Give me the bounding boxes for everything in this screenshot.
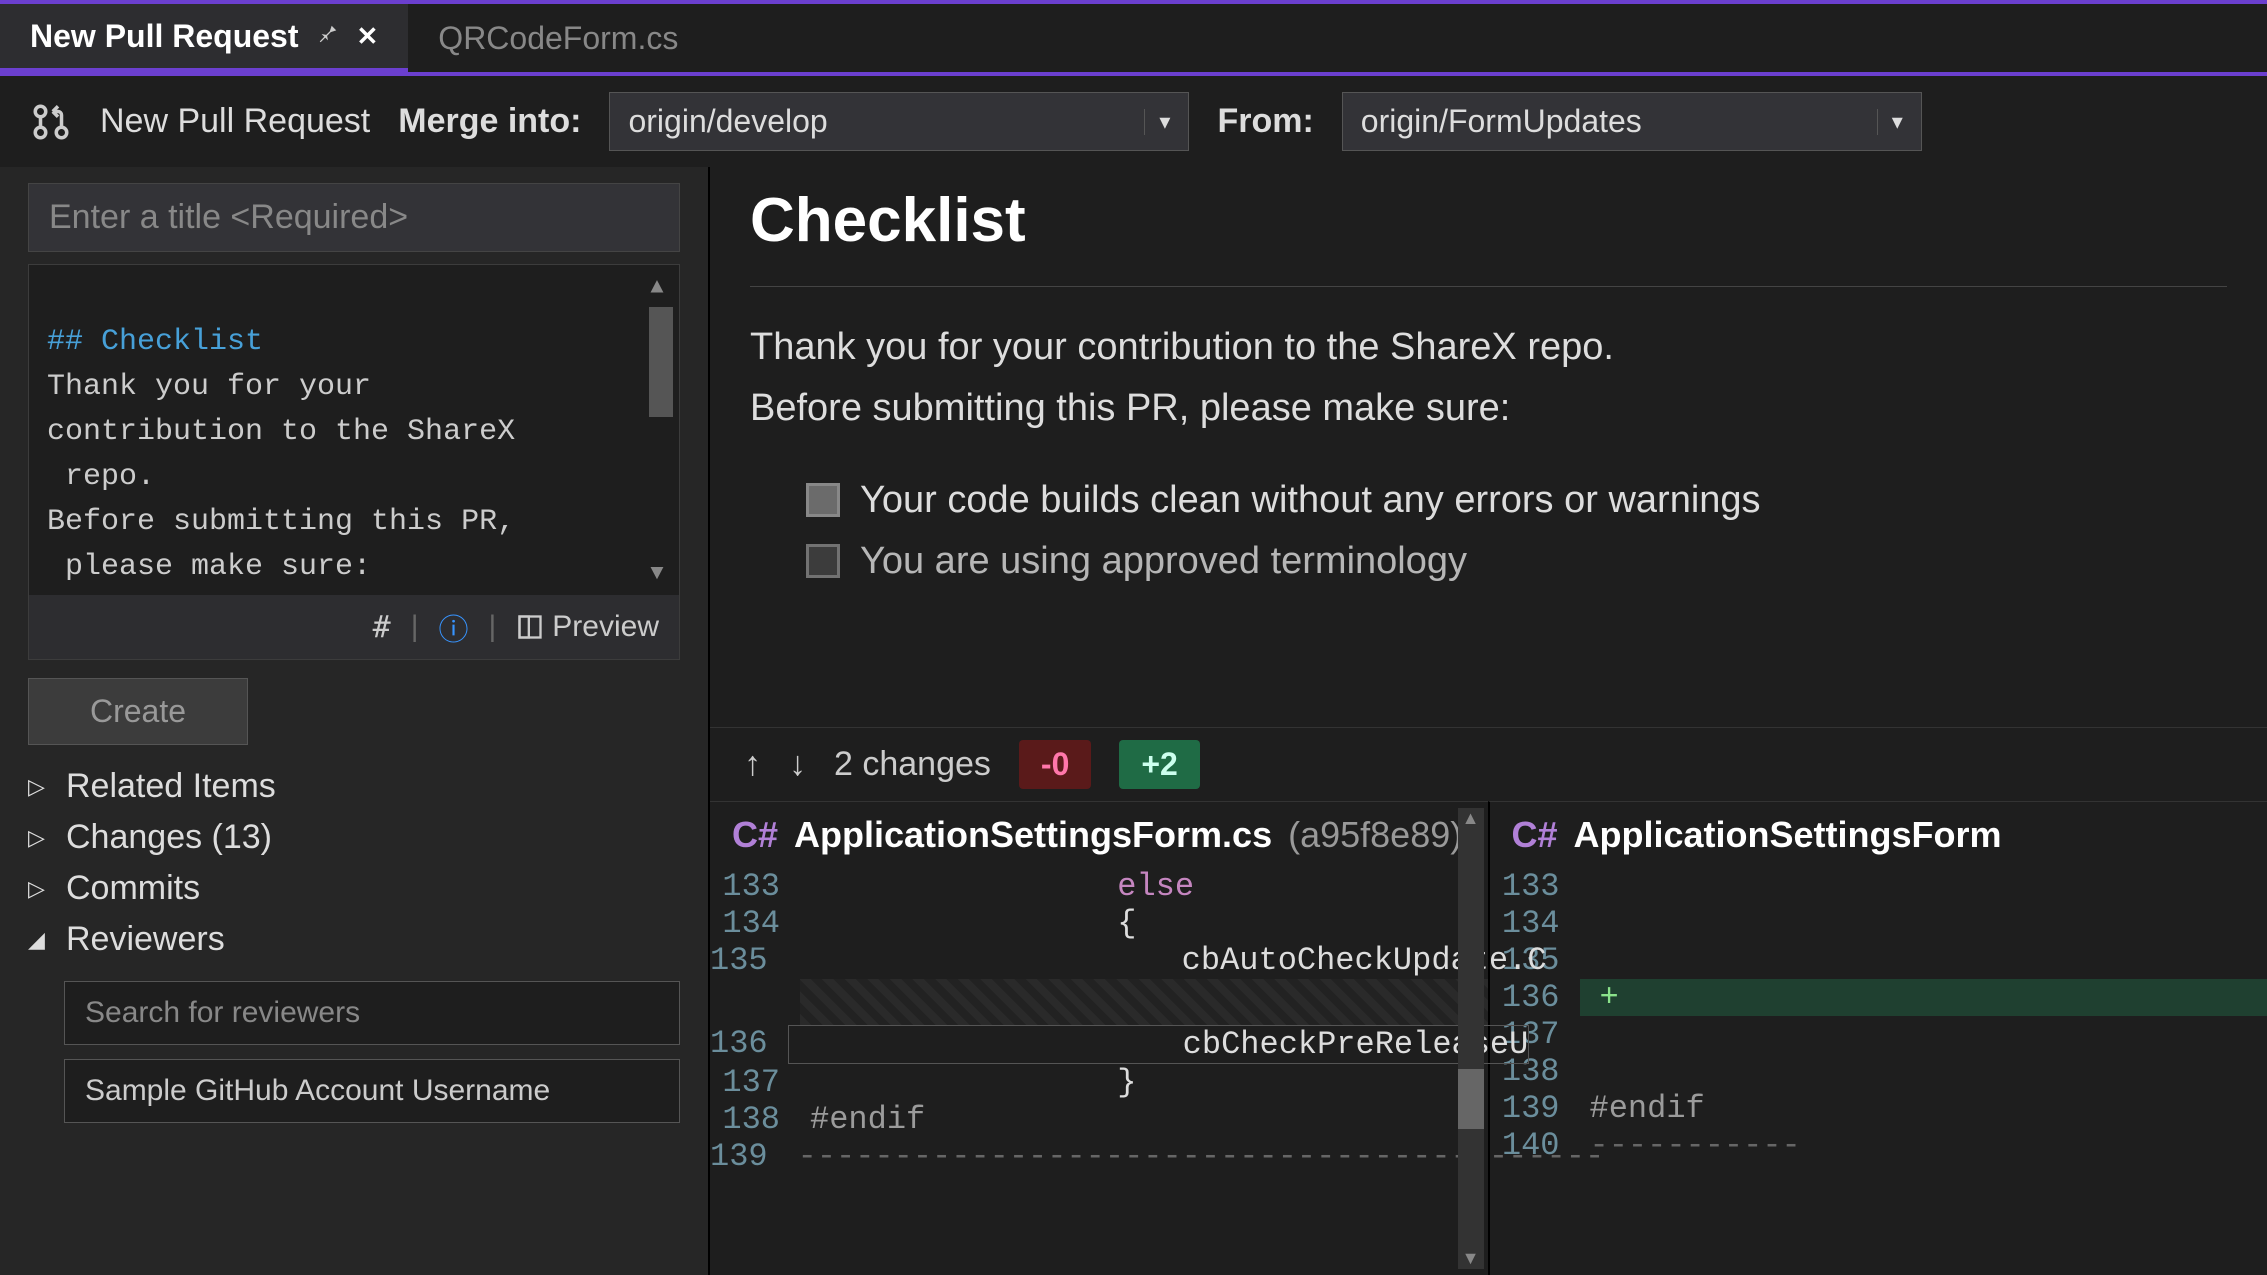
- code-left[interactable]: 133 else134 {135 cbAutoCheckUpdate.C136 …: [710, 868, 1488, 1175]
- tree-commits[interactable]: ▷ Commits: [28, 869, 680, 908]
- tree-changes[interactable]: ▷ Changes (13): [28, 818, 680, 857]
- checklist-item: You are using approved terminology: [806, 540, 2227, 583]
- desc-body: Thank you for your contribution to the S…: [47, 370, 515, 595]
- pr-title-input[interactable]: Enter a title <Required>: [28, 183, 680, 252]
- right-panel: Checklist Thank you for your contributio…: [710, 167, 2267, 1275]
- close-icon[interactable]: ✕: [357, 21, 379, 52]
- file-lang: C#: [732, 814, 778, 856]
- scrollbar[interactable]: ▲ ▼: [1458, 808, 1484, 1269]
- checkbox-icon[interactable]: [806, 544, 840, 578]
- merge-into-dropdown[interactable]: origin/develop ▾: [609, 92, 1189, 151]
- diff-header: ↑ ↓ 2 changes -0 +2: [710, 727, 2267, 801]
- file-name: ApplicationSettingsForm: [1574, 814, 2002, 856]
- preview-paragraph: Thank you for your contribution to the S…: [750, 317, 2227, 378]
- create-button[interactable]: Create: [28, 678, 248, 745]
- toolbar-title: New Pull Request: [100, 102, 370, 141]
- scrollbar-thumb[interactable]: [649, 307, 673, 417]
- chevron-down-icon: ▾: [1877, 109, 1903, 135]
- reviewers-search-input[interactable]: [64, 981, 680, 1045]
- scroll-up-icon[interactable]: ▲: [1462, 808, 1480, 829]
- additions-badge: +2: [1119, 740, 1199, 789]
- code-right[interactable]: 133134135136+137138139#endif140---------…: [1490, 868, 2267, 1164]
- preview-heading: Checklist: [750, 185, 2227, 256]
- chevron-right-icon: ▷: [28, 876, 52, 902]
- scrollbar-thumb[interactable]: [1458, 1069, 1484, 1129]
- left-panel: Enter a title <Required> ## Checklist Th…: [0, 167, 710, 1275]
- checklist-item: Your code builds clean without any error…: [806, 479, 2227, 522]
- description-toolbar: # | ⓘ | Preview: [29, 595, 679, 659]
- file-name: ApplicationSettingsForm.cs: [794, 814, 1272, 856]
- checkbox-checked-icon[interactable]: [806, 483, 840, 517]
- from-dropdown[interactable]: origin/FormUpdates ▾: [1342, 92, 1922, 151]
- preview-paragraph: Before submitting this PR, please make s…: [750, 378, 2227, 439]
- merge-into-label: Merge into:: [398, 102, 581, 141]
- info-icon[interactable]: ⓘ: [439, 605, 469, 649]
- pin-icon[interactable]: [317, 21, 339, 52]
- divider: [750, 286, 2227, 287]
- diff-body: C# ApplicationSettingsForm.cs (a95f8e89)…: [710, 801, 2267, 1275]
- side-tree: ▷ Related Items ▷ Changes (13) ▷ Commits…: [28, 767, 680, 1123]
- from-value: origin/FormUpdates: [1361, 103, 1642, 140]
- markdown-header-icon[interactable]: #: [373, 610, 391, 645]
- file-lang: C#: [1512, 814, 1558, 856]
- tree-related-items[interactable]: ▷ Related Items: [28, 767, 680, 806]
- deletions-badge: -0: [1019, 740, 1091, 789]
- diff-pane-left: C# ApplicationSettingsForm.cs (a95f8e89)…: [710, 801, 1488, 1275]
- pr-description-textarea[interactable]: ## Checklist Thank you for your contribu…: [29, 265, 679, 595]
- diff-file-title-left: C# ApplicationSettingsForm.cs (a95f8e89): [710, 802, 1488, 868]
- tree-reviewers[interactable]: ◢ Reviewers: [28, 920, 680, 959]
- merge-into-value: origin/develop: [628, 103, 827, 140]
- pull-request-icon: [30, 101, 72, 143]
- diff-pane-right: C# ApplicationSettingsForm 133134135136+…: [1488, 801, 2267, 1275]
- preview-label: Preview: [552, 610, 659, 644]
- tab-label: New Pull Request: [30, 18, 299, 55]
- changes-count: 2 changes: [834, 745, 991, 784]
- chevron-right-icon: ▷: [28, 774, 52, 800]
- scroll-down-icon[interactable]: ▼: [1462, 1248, 1480, 1269]
- diff-file-title-right: C# ApplicationSettingsForm: [1490, 802, 2267, 868]
- chevron-down-icon: ▾: [1144, 109, 1170, 135]
- markdown-preview: Checklist Thank you for your contributio…: [710, 167, 2267, 727]
- tab-label: QRCodeForm.cs: [438, 20, 678, 57]
- preview-toggle[interactable]: Preview: [516, 610, 659, 644]
- chevron-right-icon: ▷: [28, 825, 52, 851]
- prev-change-icon[interactable]: ↑: [744, 745, 761, 784]
- tabs-bar: New Pull Request ✕ QRCodeForm.cs: [0, 0, 2267, 72]
- file-hash: (a95f8e89): [1288, 814, 1462, 856]
- scroll-down-icon[interactable]: ▼: [639, 555, 675, 591]
- tab-qrcodeform[interactable]: QRCodeForm.cs: [408, 4, 708, 72]
- preview-icon: [516, 613, 544, 641]
- chevron-down-icon: ◢: [28, 927, 52, 953]
- pr-toolbar: New Pull Request Merge into: origin/deve…: [0, 72, 2267, 167]
- pr-description-wrap: ## Checklist Thank you for your contribu…: [28, 264, 680, 660]
- scroll-up-icon[interactable]: ▲: [639, 269, 675, 305]
- from-label: From:: [1217, 102, 1313, 141]
- next-change-icon[interactable]: ↓: [789, 745, 806, 784]
- desc-heading: ## Checklist: [47, 325, 263, 359]
- tab-new-pr[interactable]: New Pull Request ✕: [0, 4, 408, 72]
- reviewer-chip[interactable]: Sample GitHub Account Username: [64, 1059, 680, 1123]
